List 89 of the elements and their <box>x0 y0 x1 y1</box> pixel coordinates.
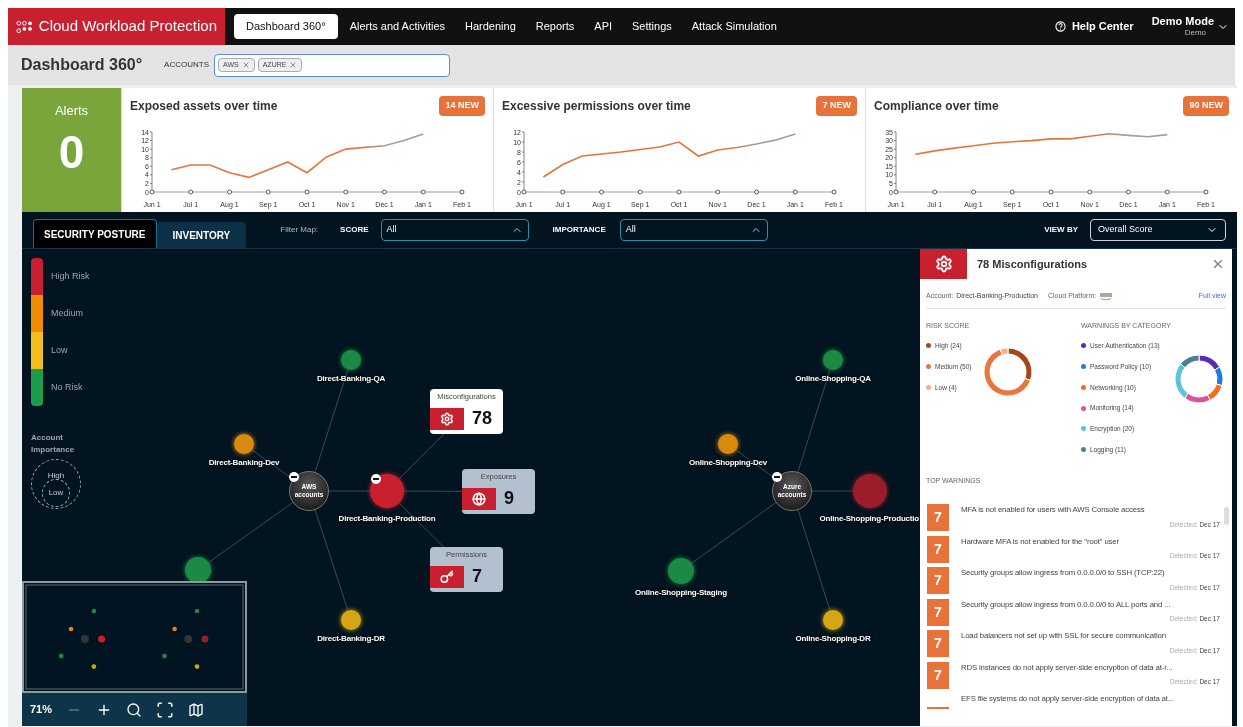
collapse-button[interactable] <box>289 472 299 482</box>
account-node[interactable] <box>668 558 694 584</box>
node-label: Online-Shopping-Productio <box>819 513 919 525</box>
filter-name: SCORE <box>340 224 369 236</box>
nav-tab[interactable]: Attack Simulation <box>683 14 785 39</box>
node-label: Online-Shopping-Dev <box>689 457 767 469</box>
nav-tab[interactable]: Reports <box>527 14 583 39</box>
account-node[interactable] <box>341 350 361 370</box>
callout-count: 9 <box>504 487 514 511</box>
alerts-title: Alerts <box>54 102 89 120</box>
y-axis <box>521 131 525 192</box>
filter-name: IMPORTANCE <box>552 224 606 236</box>
zoom-level: 71% <box>30 702 53 718</box>
risk-level-label: Low <box>51 343 68 357</box>
y-axis <box>893 131 897 192</box>
nav-tab[interactable]: Dashboard 360° <box>234 14 338 39</box>
callout-count: 7 <box>472 565 482 589</box>
filter-select[interactable]: All <box>380 219 529 241</box>
risk-level-label: No Risk <box>51 380 83 394</box>
accounts-label: ACCOUNTS <box>164 59 209 71</box>
risk-level-label: High Risk <box>51 269 90 283</box>
card-title: Excessive permissions over time <box>502 97 691 115</box>
minimap[interactable] <box>22 581 247 693</box>
account-node[interactable] <box>341 610 361 630</box>
risk-level-label: Medium <box>51 306 83 320</box>
nav-tab[interactable]: API <box>586 14 621 39</box>
key-icon <box>440 569 454 584</box>
account-node[interactable] <box>185 557 211 583</box>
user-name: Demo <box>1184 28 1207 39</box>
score-badge: 7 <box>927 535 949 563</box>
node-label: Direct-Banking-DR <box>317 633 385 645</box>
user-menu[interactable]: Demo Mode Demo <box>1151 14 1229 39</box>
gear-icon <box>934 255 953 273</box>
alerts-count: 0 <box>58 128 85 175</box>
new-badge: 90 NEW <box>1183 96 1229 116</box>
view-tab[interactable]: SECURITY POSTURE <box>33 219 157 248</box>
map-icon[interactable] <box>188 701 205 718</box>
node-label: Direct-Banking-QA <box>316 373 386 385</box>
nav-tab[interactable]: Alerts and Activities <box>341 14 453 39</box>
gear-icon <box>440 411 454 426</box>
collapse-button[interactable] <box>772 472 782 482</box>
card-title: Compliance over time <box>874 97 999 115</box>
search-icon[interactable] <box>126 701 143 718</box>
score-badge: 7 <box>927 504 949 531</box>
nav-tab[interactable]: Settings <box>624 14 680 39</box>
connector-line <box>403 490 463 492</box>
view-by-select[interactable]: Overall Score <box>1090 219 1226 241</box>
node-label: Online-Shopping-DR <box>795 633 871 645</box>
globe-icon <box>472 491 486 506</box>
remove-icon[interactable] <box>289 61 298 69</box>
card-title: Exposed assets over time <box>130 97 278 115</box>
new-badge: 7 NEW <box>816 96 857 116</box>
user-mode: Demo Mode <box>1151 14 1214 29</box>
app-title: Cloud Workload Protection <box>38 16 217 37</box>
panel-title: 78 Misconfigurations <box>977 256 1088 272</box>
page-title: Dashboard 360° <box>21 55 143 75</box>
new-badge: 14 NEW <box>439 96 485 116</box>
filter-label: Filter Map: <box>280 224 319 236</box>
account-node[interactable] <box>853 474 887 508</box>
account-node[interactable] <box>718 434 738 454</box>
account-node[interactable] <box>234 434 254 454</box>
nav-tab[interactable]: Hardening <box>457 14 524 39</box>
filter-select[interactable]: All <box>619 219 768 241</box>
logo-icon <box>16 19 33 34</box>
score-badge: 7 <box>927 567 949 594</box>
score-badge: 7 <box>927 630 949 657</box>
score-badge: 7 <box>927 661 949 689</box>
account-node[interactable] <box>370 474 404 508</box>
node-label: Online-Shopping-QA <box>795 373 871 385</box>
score-badge: 7 <box>927 598 949 626</box>
importance-title: Account Importance <box>31 432 76 456</box>
y-axis <box>149 131 153 192</box>
node-label: Online-Shopping-Staging <box>635 587 727 599</box>
fit-screen-icon[interactable] <box>156 700 175 719</box>
close-icon[interactable] <box>1211 257 1225 271</box>
callout-count: 78 <box>472 407 493 431</box>
view-by-label: VIEW BY <box>1044 224 1078 236</box>
collapse-button[interactable] <box>371 474 381 484</box>
account-node[interactable] <box>823 350 843 370</box>
account-node[interactable] <box>823 610 843 630</box>
scrollbar-thumb[interactable] <box>1224 507 1229 525</box>
help-icon <box>1054 21 1066 32</box>
node-label: Direct-Banking-Dev <box>208 457 280 469</box>
remove-icon[interactable] <box>241 61 250 69</box>
help-center-link[interactable]: Help Center <box>1054 18 1134 35</box>
cloud-platform-logo <box>1099 291 1114 301</box>
node-label: Direct-Banking-Production <box>338 513 436 525</box>
view-tab[interactable]: INVENTORY <box>156 222 247 248</box>
connector-line <box>398 433 445 480</box>
